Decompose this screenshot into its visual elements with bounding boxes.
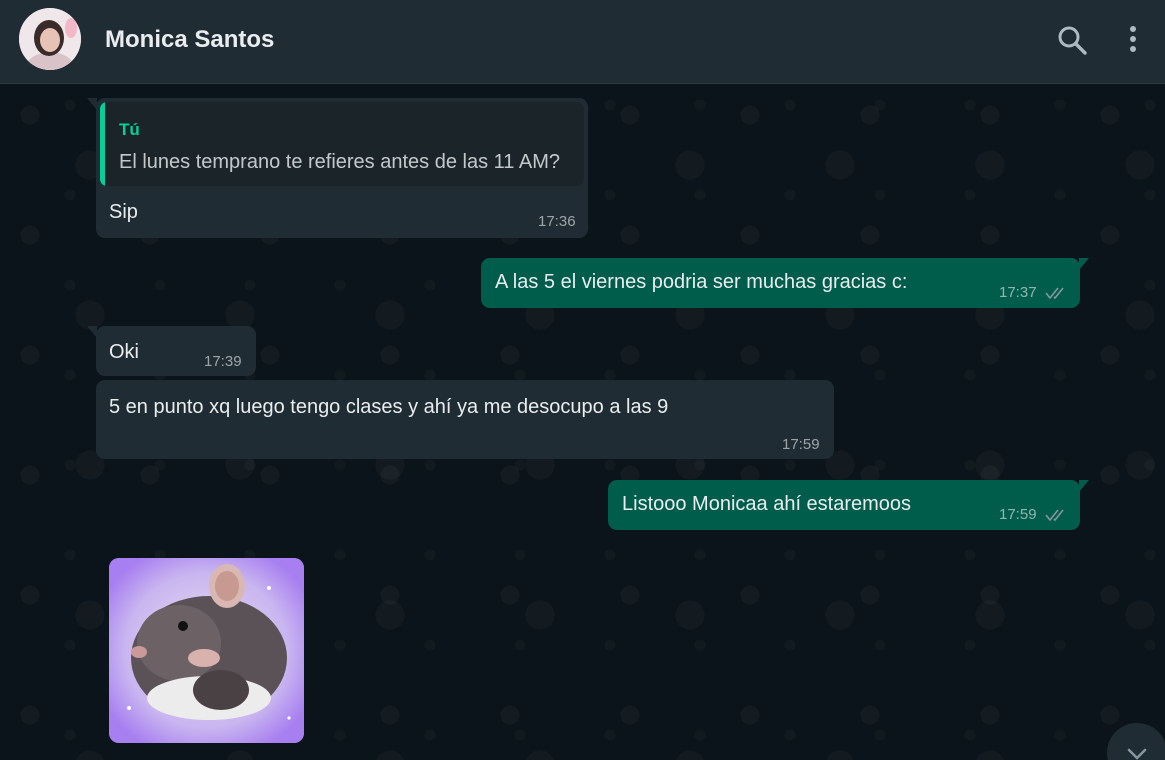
rat-sticker[interactable] xyxy=(109,558,304,743)
double-check-icon xyxy=(1045,287,1064,300)
message-text: 5 en punto xq luego tengo clases y ahí y… xyxy=(109,396,669,418)
message-incoming[interactable]: Oki 17:39 xyxy=(87,326,256,376)
double-check-icon xyxy=(1045,509,1064,522)
contact-avatar[interactable] xyxy=(19,8,81,70)
scroll-down-button[interactable] xyxy=(1107,723,1165,760)
message-text: Listooo Monicaa ahí estaremoos xyxy=(622,493,912,515)
chat-header: Monica Santos xyxy=(0,0,1165,84)
quote-accent-bar xyxy=(100,102,105,186)
message-incoming[interactable]: Tú El lunes temprano te refieres antes d… xyxy=(87,98,588,238)
contact-name[interactable]: Monica Santos xyxy=(105,26,274,54)
message-time: 17:39 xyxy=(204,353,242,370)
message-text: Sip xyxy=(109,201,138,223)
message-outgoing[interactable]: Listooo Monicaa ahí estaremoos 17:59 xyxy=(608,480,1089,530)
more-vertical-icon[interactable] xyxy=(1115,22,1151,58)
quote-author: Tú xyxy=(119,120,140,139)
message-time: 17:59 xyxy=(999,506,1037,523)
message-time: 17:59 xyxy=(782,436,820,453)
chat-area[interactable]: Tú El lunes temprano te refieres antes d… xyxy=(0,85,1165,760)
message-text: Oki xyxy=(109,341,139,363)
quote-text: El lunes temprano te refieres antes de l… xyxy=(119,151,560,173)
message-time: 17:36 xyxy=(538,213,576,230)
chevron-down-icon xyxy=(1127,748,1147,760)
message-incoming[interactable]: 5 en punto xq luego tengo clases y ahí y… xyxy=(96,380,834,459)
quoted-message[interactable]: Tú El lunes temprano te refieres antes d… xyxy=(100,102,584,186)
message-text: A las 5 el viernes podria ser muchas gra… xyxy=(495,271,908,293)
search-icon[interactable] xyxy=(1054,22,1090,58)
message-outgoing[interactable]: A las 5 el viernes podria ser muchas gra… xyxy=(481,258,1089,308)
message-time: 17:37 xyxy=(999,284,1037,301)
